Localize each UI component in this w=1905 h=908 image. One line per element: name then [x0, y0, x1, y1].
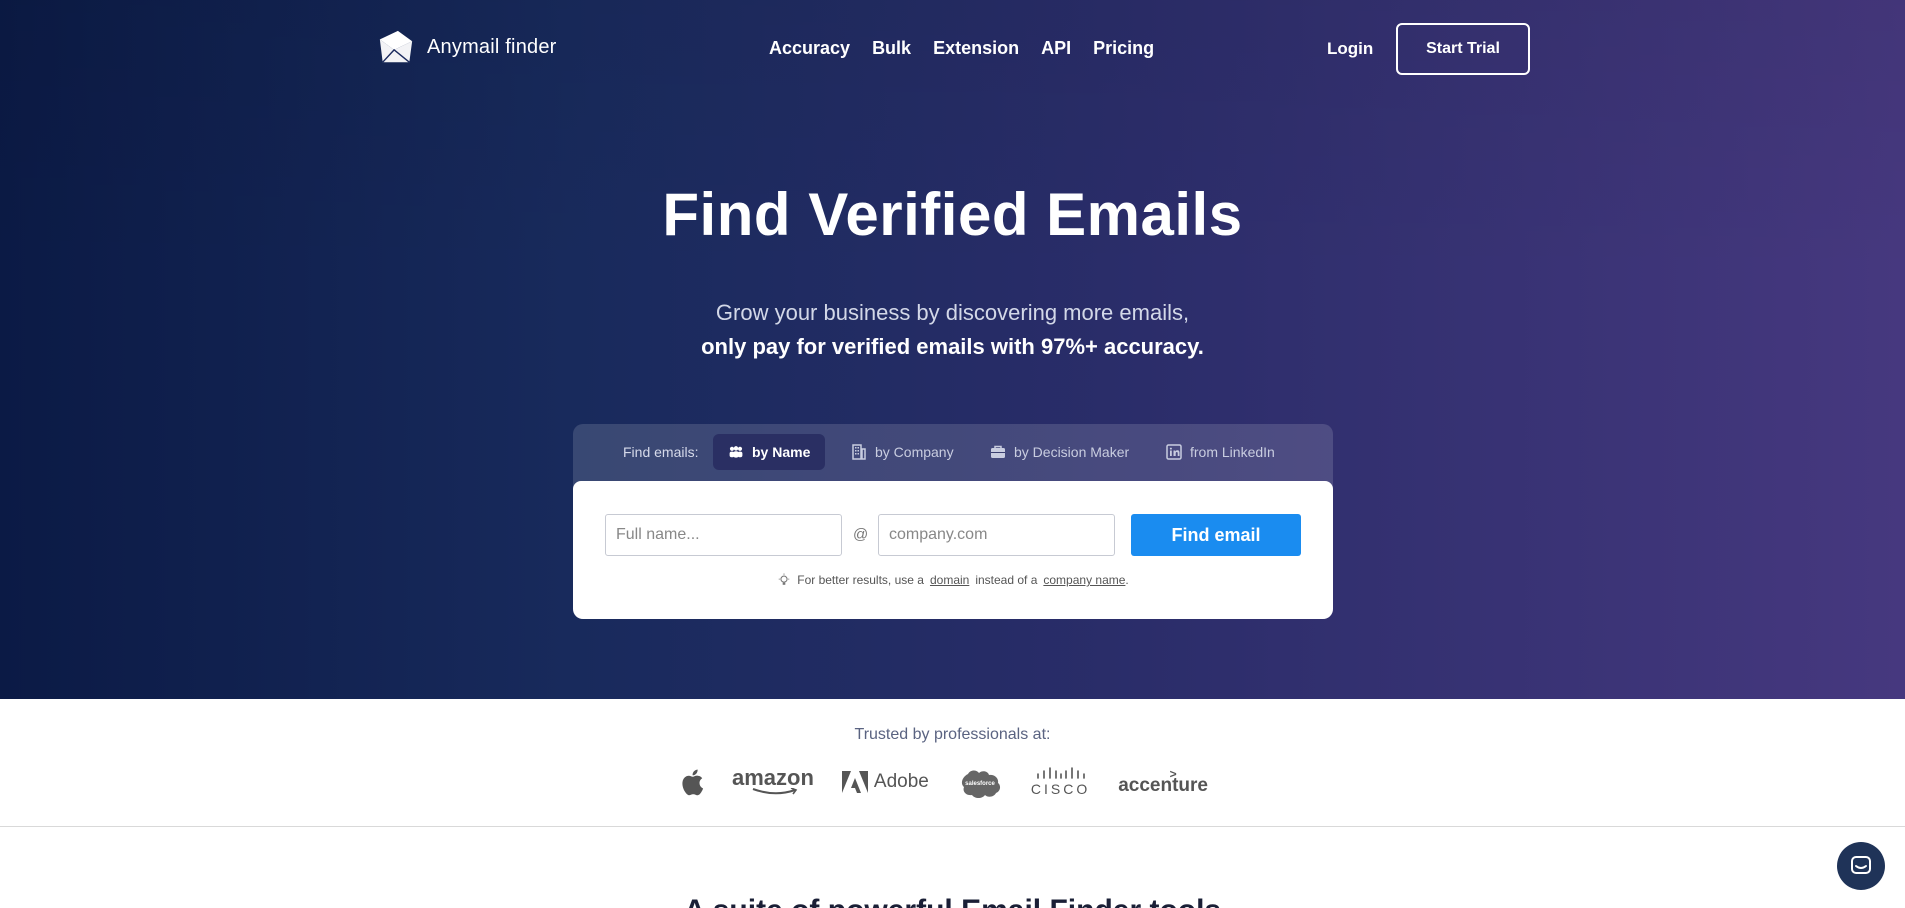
salesforce-cloud-icon: salesforce	[961, 770, 1000, 798]
tab-from-linkedin[interactable]: from LinkedIn	[1151, 434, 1290, 470]
accenture-wordmark: accenture	[1118, 775, 1208, 796]
tab-label: by Decision Maker	[1014, 444, 1130, 460]
main-nav: Accuracy Bulk Extension API Pricing	[769, 38, 1154, 59]
hint-suffix: .	[1125, 573, 1129, 587]
search-hint: For better results, use a domain instead…	[573, 573, 1333, 587]
nav-accuracy[interactable]: Accuracy	[769, 38, 850, 59]
hint-middle: instead of a	[975, 573, 1038, 587]
lightbulb-icon	[778, 573, 790, 585]
search-tabs: Find emails: by Name by Company by Decis…	[573, 424, 1333, 481]
cisco-wordmark: CISCO	[1030, 781, 1091, 797]
client-logos: amazon Adobe salesforce CISCO > accentur…	[680, 762, 1208, 802]
at-symbol: @	[853, 526, 869, 543]
tab-by-company[interactable]: by Company	[836, 434, 969, 470]
salesforce-logo: salesforce	[957, 766, 1003, 798]
adobe-logo: Adobe	[841, 771, 929, 793]
accenture-logo: > accenture	[1118, 768, 1208, 796]
section-divider	[0, 826, 1905, 827]
amazon-logo: amazon	[732, 765, 814, 796]
tab-by-name[interactable]: by Name	[713, 434, 826, 470]
nav-bulk[interactable]: Bulk	[872, 38, 911, 59]
apple-icon	[682, 769, 704, 796]
hero-subtitle-line1: Grow your business by discovering more e…	[715, 300, 1190, 325]
salesforce-wordmark: salesforce	[965, 781, 995, 787]
chat-launcher-button[interactable]	[1837, 842, 1885, 890]
tab-label: by Name	[752, 444, 811, 460]
tab-label: from LinkedIn	[1190, 444, 1275, 460]
envelope-logo-icon	[379, 30, 413, 63]
hint-prefix: For better results, use a	[797, 573, 924, 587]
logo-text: Anymail finder	[427, 35, 557, 58]
amazon-wordmark: amazon	[732, 765, 814, 790]
hero-title: Find Verified Emails	[662, 181, 1243, 248]
tabs-label: Find emails:	[623, 444, 699, 460]
briefcase-icon	[991, 445, 1005, 458]
hint-company-name-link[interactable]: company name	[1043, 573, 1125, 587]
nav-api[interactable]: API	[1041, 38, 1071, 59]
linkedin-icon	[1166, 444, 1182, 460]
full-name-input[interactable]	[605, 514, 842, 556]
cisco-logo: CISCO	[1031, 767, 1090, 797]
find-email-button[interactable]: Find email	[1131, 514, 1301, 556]
adobe-wordmark: Adobe	[873, 771, 929, 792]
start-trial-button[interactable]: Start Trial	[1396, 23, 1530, 75]
company-domain-input[interactable]	[878, 514, 1115, 556]
cisco-bars-icon	[1036, 767, 1085, 779]
login-link[interactable]: Login	[1327, 39, 1373, 59]
trusted-label: Trusted by professionals at:	[854, 726, 1051, 743]
building-icon	[852, 444, 866, 460]
next-section-title: A suite of powerful Email Finder tools	[0, 894, 1905, 908]
amazon-smile-icon	[752, 788, 798, 795]
hero-section: Anymail finder Accuracy Bulk Extension A…	[0, 0, 1905, 699]
nav-extension[interactable]: Extension	[933, 38, 1019, 59]
tab-by-decision-maker[interactable]: by Decision Maker	[975, 434, 1144, 470]
search-widget: Find emails: by Name by Company by Decis…	[573, 424, 1333, 619]
apple-logo	[680, 768, 704, 796]
search-card: @ Find email For better results, use a d…	[573, 481, 1333, 619]
logo[interactable]: Anymail finder	[377, 28, 557, 66]
hero-subtitle-line2: only pay for verified emails with 97%+ a…	[701, 334, 1204, 359]
hint-domain-link[interactable]: domain	[930, 573, 969, 587]
chat-icon	[1851, 856, 1871, 874]
nav-pricing[interactable]: Pricing	[1093, 38, 1154, 59]
adobe-icon	[841, 771, 868, 793]
tab-label: by Company	[875, 444, 954, 460]
people-icon	[729, 446, 743, 458]
